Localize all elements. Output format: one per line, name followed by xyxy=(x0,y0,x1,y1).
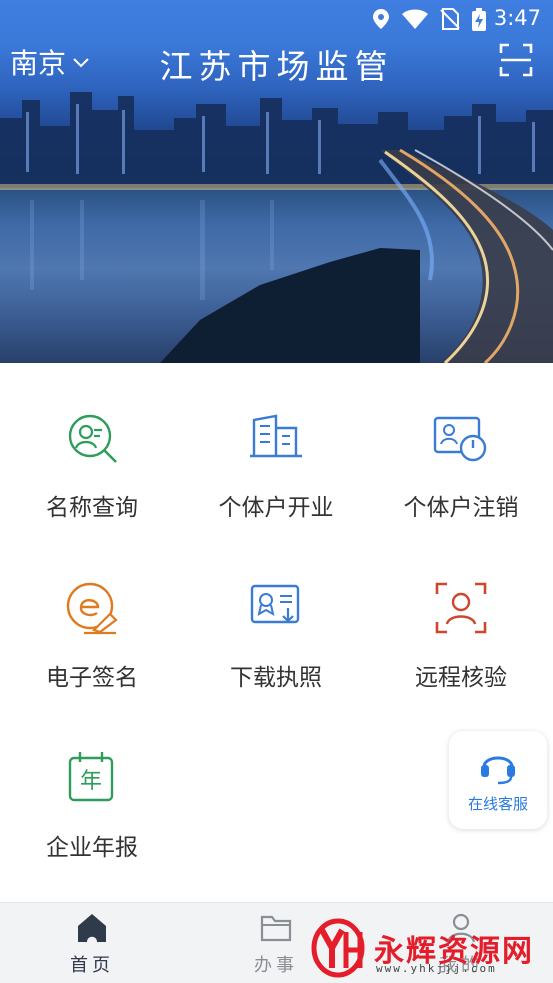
status-time: 3:47 xyxy=(493,6,541,30)
no-sim-icon xyxy=(440,8,460,30)
service-label: 名称查询 xyxy=(46,495,138,521)
location-icon xyxy=(373,9,389,29)
wifi-icon xyxy=(402,9,428,29)
face-verify-icon xyxy=(435,582,487,634)
e-signature-icon xyxy=(66,582,118,635)
home-icon xyxy=(78,914,106,942)
building-icon xyxy=(250,414,302,458)
service-name-search[interactable]: 名称查询 xyxy=(0,410,184,522)
service-e-signature[interactable]: 电子签名 xyxy=(0,580,184,692)
service-remote-verify[interactable]: 远程核验 xyxy=(369,580,553,692)
service-download-license[interactable]: 下载执照 xyxy=(184,580,368,692)
watermark: 永辉资源网 www.yhkjjj.com xyxy=(306,918,546,978)
scan-icon[interactable] xyxy=(499,43,533,77)
customer-service-label: 在线客服 xyxy=(467,795,528,813)
service-label: 电子签名 xyxy=(46,665,138,691)
name-search-icon xyxy=(68,414,117,463)
nav-home[interactable]: 首页 xyxy=(0,903,184,977)
calendar-year-icon: 年 xyxy=(68,752,114,802)
service-label: 下载执照 xyxy=(230,665,322,691)
app-screen: 3:47 南京 江苏市场监管 名称查询 个体户开业 个体户注销 电子签名 下载执… xyxy=(0,0,553,983)
service-label: 个体户注销 xyxy=(403,495,519,521)
service-label: 远程核验 xyxy=(415,665,507,691)
customer-service-button[interactable]: 在线客服 xyxy=(449,731,547,829)
calendar-char: 年 xyxy=(80,769,102,794)
folder-icon xyxy=(260,915,292,942)
watermark-logo xyxy=(311,918,365,978)
service-individual-open[interactable]: 个体户开业 xyxy=(184,410,368,522)
card-power-icon xyxy=(433,416,487,462)
status-bar: 3:47 xyxy=(0,0,553,38)
page-title: 江苏市场监管 xyxy=(159,47,394,86)
nav-label: 首页 xyxy=(70,955,114,976)
service-label: 个体户开业 xyxy=(218,495,334,521)
watermark-url: www.yhkjjj.com xyxy=(376,962,497,975)
license-download-icon xyxy=(250,584,300,624)
battery-charging-icon xyxy=(472,8,486,31)
service-annual-report[interactable]: 年 企业年报 xyxy=(0,750,184,862)
service-label: 企业年报 xyxy=(46,835,138,861)
headset-icon xyxy=(481,756,515,785)
service-individual-cancel[interactable]: 个体户注销 xyxy=(369,410,553,522)
